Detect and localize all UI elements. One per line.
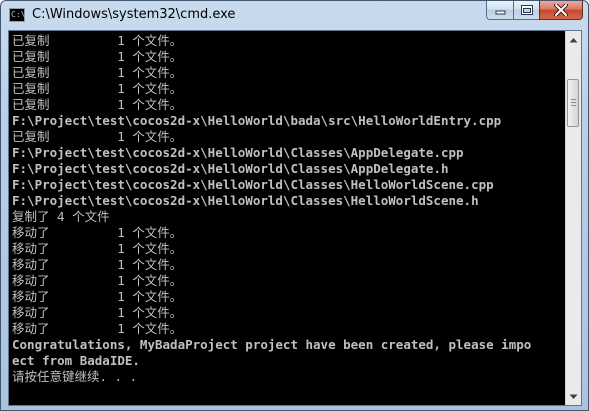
scroll-up-arrow-icon <box>569 37 578 42</box>
console-frame: 已复制 1 个文件。 已复制 1 个文件。 已复制 1 个文件。 已复制 1 个文件。… <box>8 30 582 406</box>
console-line: F:\Project\test\cocos2d-x\HelloWorld\bad… <box>12 113 502 128</box>
scroll-up-button[interactable] <box>566 31 581 48</box>
cmd-app-icon[interactable]: C:\ <box>9 8 25 22</box>
console-line: 移动了 1 个文件。 <box>12 289 183 304</box>
vertical-scrollbar[interactable] <box>565 31 581 405</box>
scroll-down-arrow-icon <box>569 394 578 399</box>
maximize-icon <box>520 5 533 15</box>
console-line: 移动了 1 个文件。 <box>12 305 183 320</box>
minimize-button[interactable] <box>486 1 513 20</box>
cmd-window: C:\ C:\Windows\system32\cmd.exe 已复制 1 个文… <box>0 0 589 411</box>
thumb-grip-line <box>571 99 576 100</box>
console-line: Congratulations, MyBadaProject project h… <box>12 337 532 352</box>
console-line: F:\Project\test\cocos2d-x\HelloWorld\Cla… <box>12 161 449 176</box>
console-line: 移动了 1 个文件。 <box>12 321 183 336</box>
console-output[interactable]: 已复制 1 个文件。 已复制 1 个文件。 已复制 1 个文件。 已复制 1 个文件。… <box>10 31 566 405</box>
close-button[interactable] <box>539 1 583 20</box>
console-line: 已复制 1 个文件。 <box>12 49 183 64</box>
console-line: 已复制 1 个文件。 <box>12 81 183 96</box>
console-line: F:\Project\test\cocos2d-x\HelloWorld\Cla… <box>12 177 494 192</box>
console-line: F:\Project\test\cocos2d-x\HelloWorld\Cla… <box>12 193 479 208</box>
window-title: C:\Windows\system32\cmd.exe <box>32 7 236 22</box>
maximize-button[interactable] <box>513 1 539 20</box>
console-line: 已复制 1 个文件。 <box>12 97 183 112</box>
console-line: 移动了 1 个文件。 <box>12 241 183 256</box>
console-line: 移动了 1 个文件。 <box>12 225 183 240</box>
close-icon <box>554 4 568 16</box>
console-line: 移动了 1 个文件。 <box>12 273 183 288</box>
scrollbar-thumb[interactable] <box>567 79 579 127</box>
caption-buttons <box>486 1 583 21</box>
thumb-grip-line <box>571 102 576 103</box>
console-line: 已复制 1 个文件。 <box>12 65 183 80</box>
console-line: ect from BadaIDE. <box>12 353 140 368</box>
scroll-down-button[interactable] <box>566 388 581 405</box>
console-line: 请按任意键继续. . . <box>12 369 138 384</box>
console-line: 复制了 4 个文件 <box>12 209 110 224</box>
title-bar[interactable]: C:\ C:\Windows\system32\cmd.exe <box>1 1 588 30</box>
console-line: 已复制 1 个文件。 <box>12 33 183 48</box>
minimize-icon <box>495 10 505 14</box>
console-line: 移动了 1 个文件。 <box>12 257 183 272</box>
console-line: F:\Project\test\cocos2d-x\HelloWorld\Cla… <box>12 145 464 160</box>
console-line: 已复制 1 个文件。 <box>12 129 183 144</box>
thumb-grip-line <box>571 105 576 106</box>
